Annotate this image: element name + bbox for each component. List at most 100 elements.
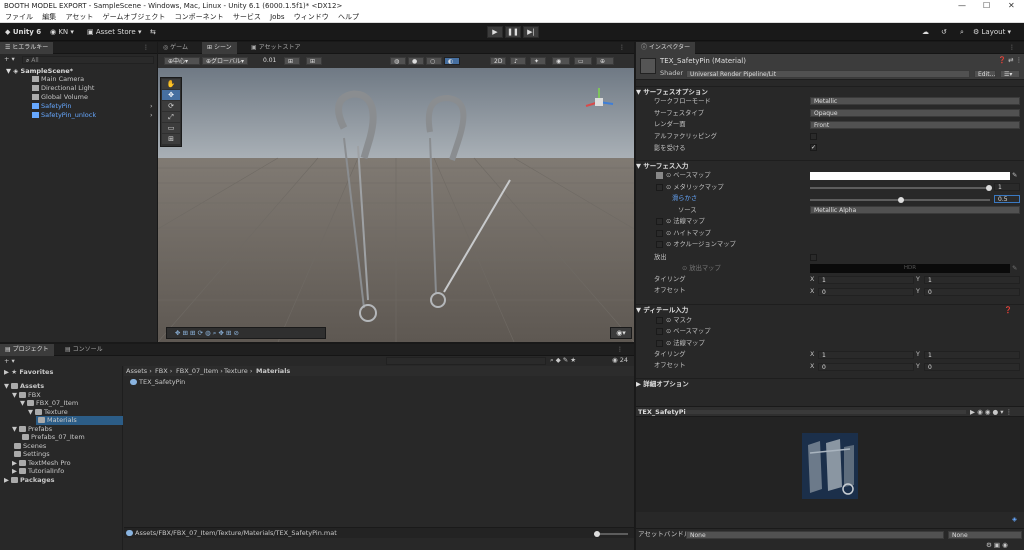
favorites-item[interactable]: ▶ ★ Favorites — [4, 368, 53, 377]
hierarchy-search-input[interactable]: ⌕ All — [22, 56, 154, 64]
tab-asset-store[interactable]: ▣ アセットストア — [246, 42, 305, 54]
shader-menu-button[interactable]: ☰▾ — [1000, 70, 1020, 78]
workflow-dropdown[interactable]: Metallic — [810, 97, 1020, 105]
account-button[interactable]: ◉ KN ▾ — [50, 26, 74, 38]
preview-controls[interactable]: ▶ ◉ ◉ ● ▾ ⋮ — [970, 408, 1012, 417]
project-search-input[interactable] — [386, 357, 546, 365]
scene-menu-icon[interactable]: ⋮ — [614, 42, 630, 54]
rotate-tool-icon[interactable]: ⟳ — [162, 101, 180, 111]
gizmos-button[interactable]: ⊕ — [596, 57, 614, 65]
menu-assets[interactable]: アセット — [65, 13, 93, 21]
tiling-x-field[interactable]: 1 — [818, 276, 914, 284]
transform-tool-icon[interactable]: ⊞ — [162, 134, 180, 144]
surface-options-header[interactable]: ▼ サーフェスオプション — [636, 86, 1024, 96]
shading-textured-button[interactable]: ◐ — [444, 57, 460, 65]
step-button[interactable]: ▶| — [523, 26, 539, 38]
tab-hierarchy[interactable]: ☰ ヒエラルキー — [0, 42, 54, 54]
normal-map-slot[interactable] — [656, 218, 663, 225]
smoothness-value-field[interactable]: 0.5 — [994, 195, 1020, 203]
header-icons[interactable]: ❓ ⇄ ⋮ — [998, 56, 1022, 65]
chevron-right-icon[interactable]: › — [150, 111, 153, 120]
shading-wire-button[interactable]: ◍ — [390, 57, 406, 65]
tab-game[interactable]: ◎ ゲーム — [158, 42, 193, 54]
tiling-y-field[interactable]: 1 — [924, 276, 1020, 284]
version-control-icon[interactable]: ⇆ — [150, 26, 156, 38]
offset-x-field[interactable]: 0 — [818, 288, 914, 296]
eyedropper-icon[interactable]: ✎ — [1012, 264, 1017, 273]
project-filter-icons[interactable]: ⌕ ◆ ✎ ★ — [550, 356, 576, 365]
hierarchy-item[interactable]: Main Camera — [32, 75, 84, 84]
hierarchy-item[interactable]: Global Volume — [32, 93, 88, 102]
visibility-button[interactable]: ◉ — [552, 57, 570, 65]
camera-button[interactable]: ▭ — [574, 57, 592, 65]
rect-tool-icon[interactable]: ▭ — [162, 123, 180, 133]
overlay-tool-icons[interactable]: ✥ ⊞ ⊞ ⟳ ◍ ⌕ ✥ ⊞ ⊘ — [175, 329, 239, 338]
add-object-button[interactable]: + ▾ — [4, 55, 15, 64]
camera-overlay-button[interactable]: ◉▾ — [610, 327, 632, 339]
expand-toggle[interactable]: ▼ — [28, 408, 33, 416]
tab-inspector[interactable]: ⓘ インスペクター — [636, 42, 696, 54]
move-tool-icon[interactable]: ✥ — [162, 90, 180, 100]
menu-component[interactable]: コンポーネント — [175, 13, 224, 21]
asset-store-button[interactable]: ▣ Asset Store ▾ — [87, 26, 141, 38]
occlusion-map-slot[interactable] — [656, 241, 663, 248]
edit-shader-button[interactable]: Edit... — [974, 70, 996, 78]
surface-type-dropdown[interactable]: Opaque — [810, 109, 1020, 117]
texture-slot-icon[interactable] — [656, 172, 663, 179]
icon-size-knob[interactable] — [594, 531, 600, 537]
offset-y-field[interactable]: 0 — [924, 288, 1020, 296]
expand-toggle[interactable]: ▶ — [12, 467, 17, 475]
metallic-map-slot[interactable] — [656, 184, 663, 191]
surface-inputs-header[interactable]: ▼ サーフェス入力 — [636, 160, 1024, 170]
detail-normal-map-slot[interactable] — [656, 340, 663, 347]
grid-settings-button[interactable]: ⊞ — [306, 57, 322, 65]
project-tree-item[interactable]: ▶ Packages — [4, 476, 54, 485]
asset-file-item[interactable]: TEX_SafetyPin — [130, 378, 185, 387]
receive-shadows-checkbox[interactable]: ✓ — [810, 144, 817, 151]
breadcrumb-assets[interactable]: Assets › — [126, 367, 152, 376]
status-icons[interactable]: ⚙ ▣ ◉ — [986, 541, 1008, 550]
breadcrumb-fbx[interactable]: FBX › — [155, 367, 172, 376]
menu-window[interactable]: ウィンドウ — [294, 13, 329, 21]
asset-bundle-dropdown[interactable]: None — [686, 531, 944, 539]
create-asset-button[interactable]: + ▾ — [4, 357, 15, 366]
breadcrumb-fbx07[interactable]: FBX_07_Item › — [176, 367, 223, 376]
minimize-button[interactable]: — — [958, 0, 966, 12]
alpha-clip-checkbox[interactable] — [810, 133, 817, 140]
metallic-slider-track[interactable] — [810, 187, 990, 189]
layout-dropdown[interactable]: ⚙ Layout ▾ — [973, 26, 1011, 38]
shader-dropdown[interactable]: Universal Render Pipeline/Lit — [686, 70, 970, 78]
menu-gameobject[interactable]: ゲームオブジェクト — [103, 13, 166, 21]
expand-toggle[interactable]: ▼ — [12, 391, 17, 399]
smoothness-slider-knob[interactable] — [898, 197, 904, 203]
detail-offset-x-field[interactable]: 0 — [818, 363, 914, 371]
metallic-value-field[interactable]: 1 — [994, 183, 1020, 191]
cloud-icon[interactable]: ☁ — [922, 26, 929, 38]
snap-value[interactable]: 0.01 — [260, 57, 280, 65]
hierarchy-menu-icon[interactable]: ⋮ — [138, 42, 154, 54]
tab-project[interactable]: ▤ プロジェクト — [0, 344, 54, 356]
base-color-swatch[interactable] — [810, 172, 1010, 180]
mask-slot[interactable] — [656, 317, 663, 324]
detail-inputs-header[interactable]: ▼ ディテール入力 ❓ — [636, 304, 1024, 314]
history-icon[interactable]: ↺ — [941, 26, 947, 38]
breadcrumb-texture[interactable]: Texture › — [224, 367, 252, 376]
breadcrumb-materials[interactable]: Materials — [256, 367, 290, 376]
audio-toggle-button[interactable]: ♪ — [510, 57, 526, 65]
pause-button[interactable]: ❚❚ — [505, 26, 521, 38]
hierarchy-item[interactable]: Directional Light — [32, 84, 94, 93]
hierarchy-item-prefab[interactable]: SafetyPin — [32, 102, 72, 111]
emission-color-swatch[interactable]: HDR — [810, 264, 1010, 273]
space-dropdown[interactable]: ⊕グローバル▾ — [202, 57, 248, 65]
hierarchy-item-prefab[interactable]: SafetyPin_unlock — [32, 111, 96, 120]
hand-tool-icon[interactable]: ✋ — [162, 79, 180, 89]
menu-jobs[interactable]: Jobs — [270, 13, 284, 21]
detail-tiling-x-field[interactable]: 1 — [818, 351, 914, 359]
scale-tool-icon[interactable]: ⤢ — [162, 112, 180, 122]
shading-shaded-button[interactable]: ● — [408, 57, 424, 65]
menu-services[interactable]: サービス — [233, 13, 261, 21]
tab-console[interactable]: ▤ コンソール — [60, 344, 108, 356]
project-menu-icon[interactable]: ⋮ — [612, 344, 628, 356]
detail-offset-y-field[interactable]: 0 — [924, 363, 1020, 371]
grid-snap-button[interactable]: ⊞ — [284, 57, 300, 65]
